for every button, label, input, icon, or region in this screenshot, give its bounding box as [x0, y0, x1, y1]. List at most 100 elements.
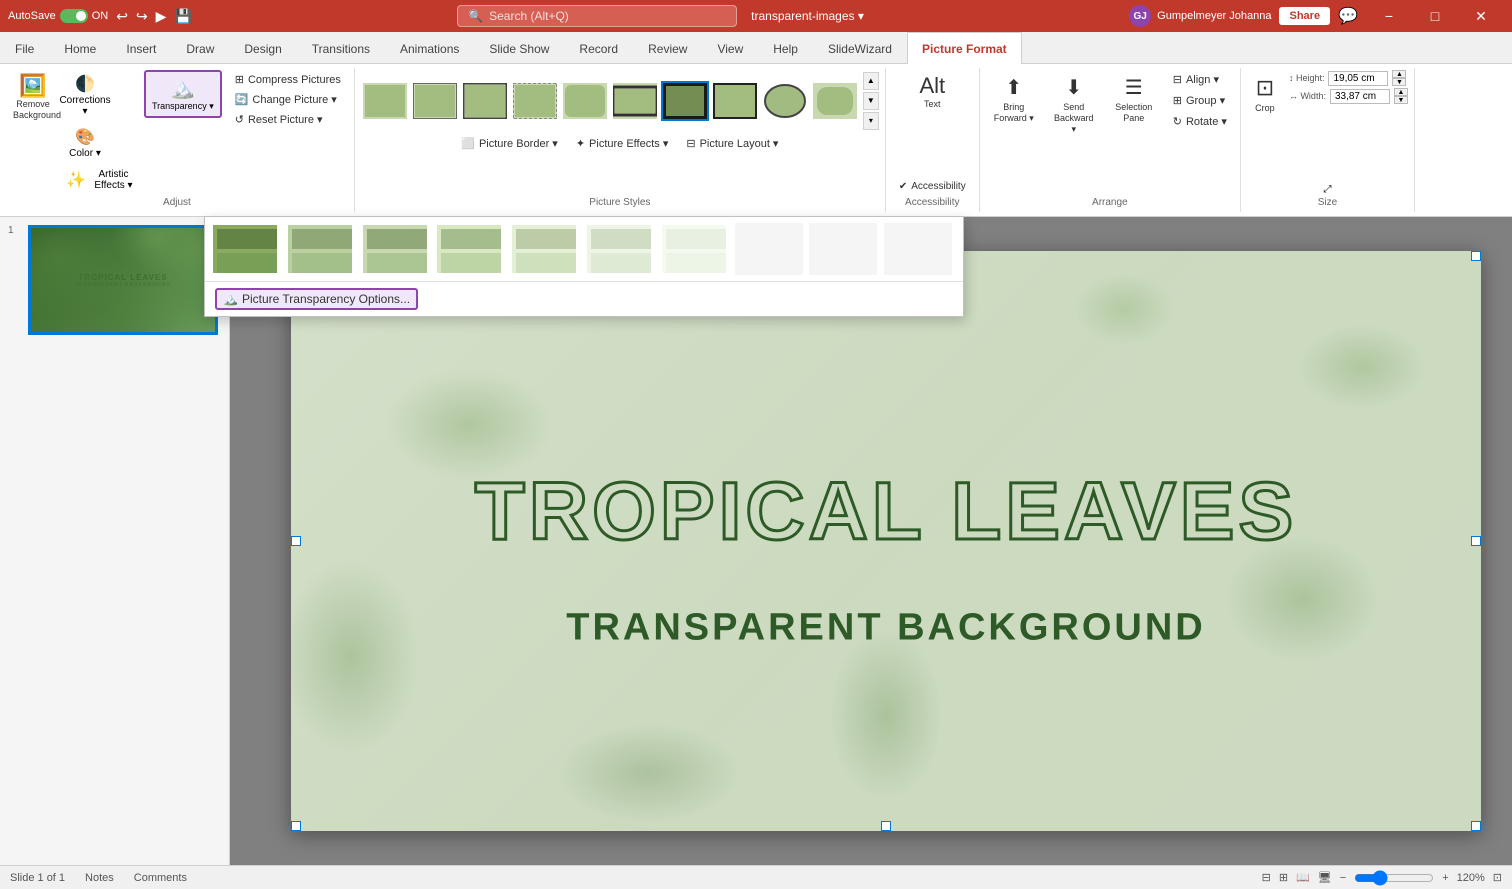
transparency-15[interactable] [286, 223, 354, 275]
group-button[interactable]: ⊞ Group ▾ [1166, 91, 1234, 110]
transparency-0[interactable] [211, 223, 279, 275]
artistic-effects-button[interactable]: ✨ Artistic Effects ▾ [62, 165, 142, 195]
tab-slideshow[interactable]: Slide Show [474, 32, 564, 64]
search-bar[interactable]: 🔍 [457, 5, 737, 27]
tab-design[interactable]: Design [229, 32, 296, 64]
tab-draw[interactable]: Draw [171, 32, 229, 64]
minimize-button[interactable]: − [1366, 0, 1412, 32]
transparency-75[interactable] [585, 223, 653, 275]
height-input[interactable] [1328, 71, 1388, 86]
compress-icon: ⊞ [235, 73, 244, 86]
tab-slidewizard[interactable]: SlideWizard [813, 32, 907, 64]
bring-forward-button[interactable]: ⬆ Bring Forward ▾ [986, 70, 1042, 129]
comment-icon[interactable]: 💬 [1338, 6, 1358, 26]
width-down[interactable]: ▼ [1394, 96, 1408, 104]
tab-help[interactable]: Help [758, 32, 813, 64]
tab-review[interactable]: Review [633, 32, 702, 64]
normal-view-icon[interactable]: ⊟ [1262, 871, 1271, 884]
picture-border-button[interactable]: ⬜ Picture Border ▾ [454, 134, 565, 153]
slide-1-thumbnail[interactable]: 1 TROPICAL LEAVES TRANSPARENT BACKGROUND [8, 225, 221, 335]
transparency-45[interactable] [435, 223, 503, 275]
style-7[interactable] [661, 81, 709, 121]
width-up[interactable]: ▲ [1394, 88, 1408, 96]
height-up[interactable]: ▲ [1392, 70, 1406, 78]
alt-text-button[interactable]: Alt Text [912, 70, 952, 114]
width-input[interactable] [1330, 89, 1390, 104]
transparency-60[interactable] [510, 223, 578, 275]
accessibility-content: Alt Text [912, 70, 952, 176]
reset-picture-button[interactable]: ↺ Reset Picture ▾ [228, 110, 348, 129]
tab-picture-format[interactable]: Picture Format [907, 32, 1022, 64]
transparency-90[interactable] [660, 223, 728, 275]
share-button[interactable]: Share [1279, 7, 1330, 25]
style-6[interactable] [611, 81, 659, 121]
group-label: Group ▾ [1186, 94, 1225, 107]
style-5[interactable] [561, 81, 609, 121]
color-button[interactable]: 🎨 Color ▾ [62, 123, 108, 163]
picture-layout-button[interactable]: ⊟ Picture Layout ▾ [679, 134, 785, 153]
accessibility-checker[interactable]: ✔ Accessibility [892, 178, 973, 195]
size-expand-icon[interactable]: ⤢ [1323, 184, 1331, 195]
handle-b[interactable] [881, 821, 891, 831]
change-picture-button[interactable]: 🔄 Change Picture ▾ [228, 90, 348, 109]
tab-view[interactable]: View [702, 32, 758, 64]
selection-pane-button[interactable]: ☰ Selection Pane [1106, 70, 1162, 129]
reading-view-icon[interactable]: 📖 [1296, 871, 1310, 884]
comments-button[interactable]: Comments [134, 872, 187, 884]
height-down[interactable]: ▼ [1392, 78, 1406, 86]
style-3[interactable] [461, 81, 509, 121]
handle-l[interactable] [291, 536, 301, 546]
crop-button[interactable]: ⊡ Crop [1247, 70, 1283, 118]
send-backward-button[interactable]: ⬇ Send Backward ▾ [1046, 70, 1102, 139]
handle-tr[interactable] [1471, 251, 1481, 261]
transparency-30[interactable] [361, 223, 429, 275]
maximize-button[interactable]: □ [1412, 0, 1458, 32]
undo-icon[interactable]: ↩ [116, 8, 128, 25]
gallery-expand[interactable]: ▾ [863, 112, 879, 130]
redo-icon[interactable]: ↪ [136, 8, 148, 25]
tab-home[interactable]: Home [49, 32, 111, 64]
style-2[interactable] [411, 81, 459, 121]
autosave-switch[interactable] [60, 9, 88, 23]
save-icon[interactable]: 💾 [174, 8, 191, 25]
zoom-slider[interactable] [1354, 870, 1434, 886]
handle-bl[interactable] [291, 821, 301, 831]
slide-canvas: TROPICAL LEAVES TRANSPARENT BACKGROUND [291, 251, 1481, 831]
align-button[interactable]: ⊟ Align ▾ [1166, 70, 1234, 89]
rotate-button[interactable]: ↻ Rotate ▾ [1166, 112, 1234, 131]
style-4[interactable] [511, 81, 559, 121]
picture-effects-button[interactable]: ✦ Picture Effects ▾ [569, 134, 676, 153]
tab-file[interactable]: File [0, 32, 49, 64]
compress-pictures-button[interactable]: ⊞ Compress Pictures [228, 70, 348, 89]
zoom-out-icon[interactable]: − [1340, 872, 1346, 884]
tab-insert[interactable]: Insert [111, 32, 171, 64]
transparency-button[interactable]: 🏔️ Transparency ▾ [144, 70, 222, 118]
style-8[interactable] [711, 81, 759, 121]
search-input[interactable] [489, 9, 709, 23]
remove-background-button[interactable]: 🖼️ Remove Background [6, 70, 60, 126]
size-group: ⊡ Crop ↕ Height: ▲ ▼ ↔ Width: [1241, 68, 1415, 212]
slide-sorter-icon[interactable]: ⊞ [1279, 871, 1288, 884]
presenter-view-icon[interactable]: 🖥 [1318, 871, 1332, 884]
notes-button[interactable]: Notes [85, 872, 114, 884]
autosave-toggle[interactable]: AutoSave ON [8, 9, 108, 23]
style-10[interactable] [811, 81, 859, 121]
username: Gumpelmeyer Johanna [1157, 10, 1271, 22]
gallery-scroll-down[interactable]: ▼ [863, 92, 879, 110]
style-9[interactable] [761, 81, 809, 121]
picture-styles-group: ▲ ▼ ▾ ⬜ Picture Border ▾ ✦ Picture Effec… [355, 68, 886, 212]
gallery-scroll-up[interactable]: ▲ [863, 72, 879, 90]
fit-slide-icon[interactable]: ⊡ [1493, 871, 1502, 884]
transparency-empty-1 [735, 223, 803, 275]
picture-transparency-options-button[interactable]: 🏔️ Picture Transparency Options... [205, 281, 963, 316]
style-1[interactable] [361, 81, 409, 121]
tab-animations[interactable]: Animations [385, 32, 474, 64]
close-button[interactable]: ✕ [1458, 0, 1504, 32]
zoom-in-icon[interactable]: + [1442, 872, 1448, 884]
handle-br[interactable] [1471, 821, 1481, 831]
handle-r[interactable] [1471, 536, 1481, 546]
tab-record[interactable]: Record [564, 32, 633, 64]
present-icon[interactable]: ▶ [156, 8, 167, 25]
tab-transitions[interactable]: Transitions [297, 32, 385, 64]
corrections-button[interactable]: 🌓 Corrections ▾ [62, 70, 108, 121]
